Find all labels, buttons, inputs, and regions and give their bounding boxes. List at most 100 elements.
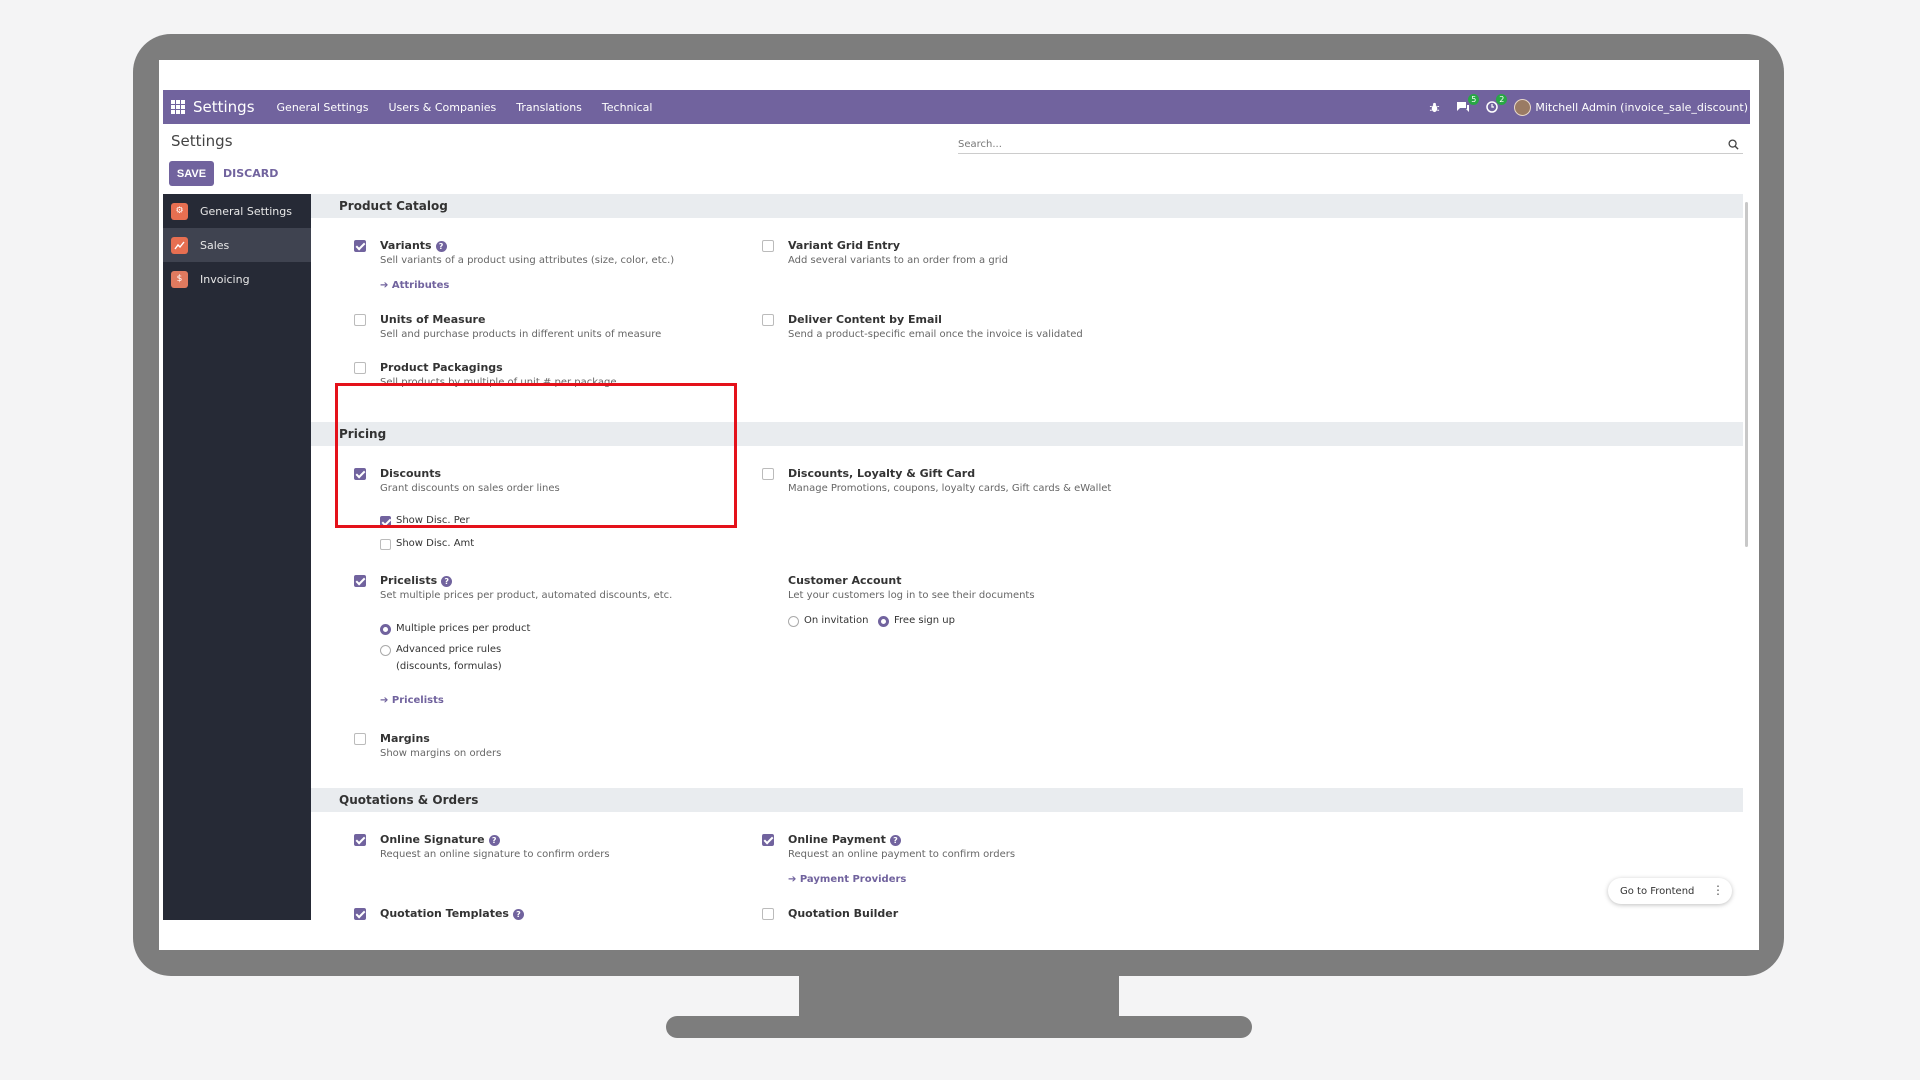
payment-providers-link-label: Payment Providers xyxy=(799,874,907,885)
online-signature-checkbox[interactable] xyxy=(354,834,366,846)
menu-general-settings[interactable]: General Settings xyxy=(277,101,369,114)
pricelists-desc: Set multiple prices per product, automat… xyxy=(380,590,673,601)
pricelist-advanced-sublabel: (discounts, formulas) xyxy=(396,661,502,672)
section-product-catalog: Product Catalog xyxy=(311,194,1743,218)
control-panel: Settings SAVE DISCARD xyxy=(163,124,1750,194)
loyalty-checkbox[interactable] xyxy=(762,468,774,480)
sidebar-item-label: Invoicing xyxy=(200,272,250,286)
save-button[interactable]: SAVE xyxy=(169,161,214,186)
customer-account-desc: Let your customers log in to see their d… xyxy=(788,590,1035,601)
margins-checkbox[interactable] xyxy=(354,733,366,745)
user-avatar xyxy=(1514,98,1532,116)
pricelists-link-label: Pricelists xyxy=(391,695,444,706)
deliver-content-desc: Send a product-specific email once the i… xyxy=(788,329,1083,340)
go-to-frontend-label: Go to Frontend xyxy=(1620,885,1695,897)
messages-count-badge: 5 xyxy=(1468,94,1480,105)
discard-button[interactable]: DISCARD xyxy=(223,167,278,180)
debug-bug-icon[interactable] xyxy=(1429,102,1440,113)
help-icon[interactable]: ? xyxy=(512,908,524,920)
uom-desc: Sell and purchase products in different … xyxy=(380,329,662,340)
sales-chart-icon xyxy=(171,236,188,254)
variants-desc: Sell variants of a product using attribu… xyxy=(380,255,675,266)
messages-icon[interactable]: 5 xyxy=(1456,94,1480,113)
uom-title: Units of Measure xyxy=(380,313,486,326)
show-disc-amt-checkbox[interactable] xyxy=(380,539,391,550)
monitor-stand-neck xyxy=(799,976,1119,1021)
margins-desc: Show margins on orders xyxy=(380,748,502,759)
deliver-content-checkbox[interactable] xyxy=(762,314,774,326)
variant-grid-desc: Add several variants to an order from a … xyxy=(788,255,1008,266)
go-to-frontend-button[interactable]: Go to Frontend ⋮ xyxy=(1608,878,1732,904)
online-payment-title: Online Payment xyxy=(788,833,886,846)
pricelists-checkbox[interactable] xyxy=(354,575,366,587)
menu-technical[interactable]: Technical xyxy=(602,101,653,114)
navbar-systray: 5 2 Mitchell Admin (invoice_sale_discoun… xyxy=(1429,94,1748,116)
uom-checkbox[interactable] xyxy=(354,314,366,326)
help-icon[interactable]: ? xyxy=(889,834,901,846)
gear-icon: ⚙ xyxy=(171,202,188,220)
payment-providers-link[interactable]: ➔ Payment Providers xyxy=(788,874,906,885)
section-quotations-orders: Quotations & Orders xyxy=(311,788,1743,812)
attributes-link[interactable]: ➔ Attributes xyxy=(380,280,449,291)
page-title: Settings xyxy=(171,132,233,150)
variant-grid-title: Variant Grid Entry xyxy=(788,239,900,252)
odoo-app: Settings General Settings Users & Compan… xyxy=(163,90,1750,920)
variant-grid-checkbox[interactable] xyxy=(762,240,774,252)
packagings-checkbox[interactable] xyxy=(354,362,366,374)
margins-title: Margins xyxy=(380,732,430,745)
customer-account-title: Customer Account xyxy=(788,574,902,587)
settings-sidebar: ⚙ General Settings Sales $ Invoicing xyxy=(163,194,311,920)
show-disc-amt-label: Show Disc. Amt xyxy=(396,538,475,549)
variants-checkbox[interactable] xyxy=(354,240,366,252)
sidebar-item-label: Sales xyxy=(200,238,230,252)
packagings-title: Product Packagings xyxy=(380,361,503,374)
settings-content: Product Catalog Variants? Sell variants … xyxy=(311,194,1750,920)
menu-users-companies[interactable]: Users & Companies xyxy=(389,101,497,114)
content-scrollbar[interactable] xyxy=(1745,202,1748,547)
pricelist-multiple-radio[interactable] xyxy=(380,624,391,635)
app-brand[interactable]: Settings xyxy=(193,98,255,116)
help-icon[interactable]: ? xyxy=(441,575,453,587)
activities-count-badge: 2 xyxy=(1496,94,1508,105)
menu-translations[interactable]: Translations xyxy=(516,101,582,114)
highlight-annotation-box xyxy=(335,383,737,528)
sidebar-item-sales[interactable]: Sales xyxy=(163,228,311,262)
help-icon[interactable]: ? xyxy=(488,834,500,846)
search-icon[interactable] xyxy=(1728,135,1739,154)
variants-title: Variants xyxy=(380,239,432,252)
apps-menu-icon[interactable] xyxy=(171,100,185,114)
invoice-icon: $ xyxy=(171,270,188,288)
attributes-link-label: Attributes xyxy=(391,280,450,291)
pricelists-title: Pricelists xyxy=(380,574,438,587)
account-invitation-radio[interactable] xyxy=(788,616,799,627)
monitor-stand-base xyxy=(666,1016,1252,1038)
loyalty-title: Discounts, Loyalty & Gift Card xyxy=(788,467,976,480)
online-payment-desc: Request an online payment to confirm ord… xyxy=(788,849,1016,860)
account-free-radio[interactable] xyxy=(878,616,889,627)
search-input[interactable] xyxy=(958,139,1718,150)
sidebar-item-label: General Settings xyxy=(200,204,292,218)
sidebar-item-general-settings[interactable]: ⚙ General Settings xyxy=(163,194,311,228)
account-invitation-label: On invitation xyxy=(804,615,869,626)
pricelist-advanced-label: Advanced price rules xyxy=(396,644,502,655)
monitor-screen: Settings General Settings Users & Compan… xyxy=(159,60,1759,950)
user-menu[interactable]: Mitchell Admin (invoice_sale_discount) xyxy=(1514,98,1748,116)
quotation-builder-title: Quotation Builder xyxy=(788,907,899,920)
online-payment-checkbox[interactable] xyxy=(762,834,774,846)
online-signature-desc: Request an online signature to confirm o… xyxy=(380,849,610,860)
online-signature-title: Online Signature xyxy=(380,833,485,846)
deliver-content-title: Deliver Content by Email xyxy=(788,313,942,326)
quotation-templates-checkbox[interactable] xyxy=(354,908,366,920)
loyalty-desc: Manage Promotions, coupons, loyalty card… xyxy=(788,483,1112,494)
user-name: Mitchell Admin (invoice_sale_discount) xyxy=(1535,100,1748,114)
help-icon[interactable]: ? xyxy=(435,240,447,252)
quotation-builder-checkbox[interactable] xyxy=(762,908,774,920)
pricelists-link[interactable]: ➔ Pricelists xyxy=(380,695,444,706)
quotation-templates-title: Quotation Templates xyxy=(380,907,509,920)
account-free-label: Free sign up xyxy=(894,615,955,626)
activities-clock-icon[interactable]: 2 xyxy=(1486,94,1508,113)
pricelist-multiple-label: Multiple prices per product xyxy=(396,623,531,634)
sidebar-item-invoicing[interactable]: $ Invoicing xyxy=(163,262,311,296)
more-options-icon[interactable]: ⋮ xyxy=(1712,883,1724,897)
pricelist-advanced-radio[interactable] xyxy=(380,645,391,656)
